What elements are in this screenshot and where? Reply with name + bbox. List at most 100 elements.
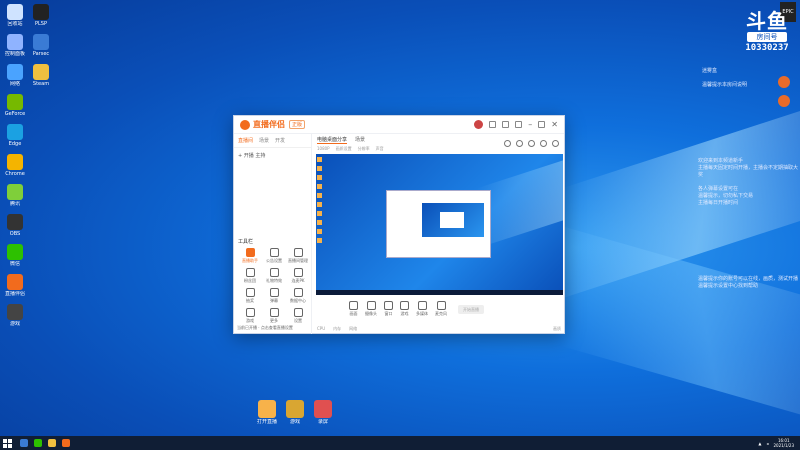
- desktop-shortcut-label: 游戏: [289, 419, 300, 425]
- app-icon: [286, 400, 304, 418]
- tool-icon: [269, 248, 279, 257]
- close-icon[interactable]: ✕: [551, 120, 558, 129]
- desktop-icon-grid: 回收站 PLSP 控制面板 Parsec 网络 Steam GeForce Edge Chrom…: [2, 2, 54, 332]
- desktop-shortcut[interactable]: 游戏: [284, 398, 306, 428]
- room-tag: 房间号: [747, 32, 787, 42]
- desktop-shortcut-label: 打开直播: [256, 419, 277, 425]
- left-tab[interactable]: 直播间: [238, 137, 253, 144]
- app-icon: [33, 64, 49, 80]
- wechat-icon[interactable]: [34, 439, 42, 447]
- desktop-icon[interactable]: [28, 122, 54, 152]
- desktop-icon[interactable]: Steam: [28, 62, 54, 92]
- stream-info-item[interactable]: 画质设置: [336, 146, 352, 152]
- desktop-icon[interactable]: 控制面板: [2, 32, 28, 62]
- desktop-icon-label: 微信: [9, 261, 20, 267]
- tool-label: 直播助手: [242, 258, 258, 263]
- add-media-button[interactable]: 多媒体: [416, 301, 428, 317]
- tool-button[interactable]: 粉丝团: [238, 268, 262, 284]
- tool-icon: [293, 268, 303, 277]
- stream-info-item[interactable]: 分辨率: [358, 146, 370, 152]
- minimize-icon[interactable]: –: [528, 120, 532, 129]
- windows-start-icon[interactable]: [0, 436, 14, 450]
- tool-button[interactable]: 直播助手: [238, 248, 262, 264]
- layout-icon[interactable]: [516, 140, 523, 147]
- window-icon: [384, 301, 393, 310]
- desktop-icon-label: 直播伴侣: [4, 291, 25, 297]
- edge-icon[interactable]: [20, 439, 28, 447]
- desktop-shortcut[interactable]: 录屏: [312, 398, 334, 428]
- tool-button[interactable]: 弹幕: [262, 288, 286, 304]
- preview-desktop-icons: [317, 157, 322, 243]
- settings-icon[interactable]: [515, 121, 523, 128]
- folder-icon[interactable]: [48, 439, 56, 447]
- tool-button[interactable]: 设置: [286, 308, 310, 324]
- add-window-button[interactable]: 窗口: [384, 301, 393, 317]
- app-icon: [7, 34, 23, 50]
- add-camera-button[interactable]: 摄像头: [365, 301, 377, 317]
- control-label: 摄像头: [365, 311, 377, 316]
- chat-icon[interactable]: [540, 140, 547, 147]
- stream-watermark: 斗鱼 房间号 10330237: [738, 10, 796, 58]
- desktop-icon[interactable]: [28, 242, 54, 272]
- right-panel: 电脑桌面分享 场景 1080P 画质设置 分辨率 声音 画面 摄像头 窗口 游戏 多媒体 麦克风 开…: [313, 134, 565, 334]
- desktop-icon[interactable]: 微信: [2, 242, 28, 272]
- taskbar: ▲ ◂ 16:01 2021/1/23: [0, 436, 800, 450]
- left-tab[interactable]: 开发: [275, 137, 285, 144]
- scene-group-row[interactable]: + 开播 主持: [234, 148, 311, 163]
- preview-tab[interactable]: 场景: [355, 136, 365, 144]
- media-icon: [417, 301, 427, 310]
- fullscreen-icon[interactable]: [528, 140, 535, 147]
- desktop-icon[interactable]: [28, 272, 54, 302]
- stream-preview[interactable]: [316, 154, 563, 295]
- app-icon: [7, 214, 23, 230]
- stream-app-icon[interactable]: [62, 439, 70, 447]
- desktop-icon[interactable]: [28, 302, 54, 332]
- message-icon[interactable]: [502, 121, 510, 128]
- skin-icon[interactable]: [489, 121, 497, 128]
- desktop-icon[interactable]: 直播伴侣: [2, 272, 28, 302]
- tool-button[interactable]: 抽奖: [238, 288, 262, 304]
- desktop-icon[interactable]: GeForce: [2, 92, 28, 122]
- add-screen-button[interactable]: 画面: [349, 301, 358, 317]
- avatar[interactable]: [474, 120, 484, 129]
- volume-icon[interactable]: ◂: [766, 441, 768, 446]
- preview-tab[interactable]: 电脑桌面分享: [317, 136, 348, 144]
- tool-button[interactable]: 直播间管理: [286, 248, 310, 264]
- desktop-icon[interactable]: 网络: [2, 62, 28, 92]
- clock[interactable]: 16:01 2021/1/23: [773, 438, 794, 448]
- desktop-icon[interactable]: Parsec: [28, 32, 54, 62]
- refresh-icon[interactable]: [504, 140, 511, 147]
- desktop-icon[interactable]: OBS: [2, 212, 28, 242]
- app-icon: [7, 244, 23, 260]
- tool-button[interactable]: 数据中心: [286, 288, 310, 304]
- footer-item: CPU: [317, 326, 326, 331]
- add-game-button[interactable]: 游戏: [400, 301, 409, 317]
- tool-label: 抽奖: [246, 298, 254, 303]
- desktop-icon[interactable]: [28, 182, 54, 212]
- desktop-icon[interactable]: Chrome: [2, 152, 28, 182]
- share-icon[interactable]: [552, 140, 559, 147]
- desktop-icon[interactable]: PLSP: [28, 2, 54, 32]
- left-tab[interactable]: 场景: [259, 137, 269, 144]
- desktop-icon[interactable]: [28, 212, 54, 242]
- tool-button[interactable]: 公告设置: [262, 248, 286, 264]
- app-icon: [33, 304, 49, 320]
- desktop-icon[interactable]: 游戏: [2, 302, 28, 332]
- desktop-icon[interactable]: [28, 92, 54, 122]
- tool-button[interactable]: 连麦PK: [286, 268, 310, 284]
- desktop-icon[interactable]: 腾讯: [2, 182, 28, 212]
- network-icon[interactable]: ▲: [758, 441, 761, 446]
- desktop-shortcut[interactable]: 打开直播: [256, 398, 278, 428]
- desktop-icon[interactable]: Edge: [2, 122, 28, 152]
- tool-button[interactable]: 礼物特效: [262, 268, 286, 284]
- desktop-icon[interactable]: 回收站: [2, 2, 28, 32]
- source-controls: 画面 摄像头 窗口 游戏 多媒体 麦克风 开始直播: [313, 298, 565, 320]
- add-mic-button[interactable]: 麦克风: [435, 301, 447, 317]
- desktop-icon[interactable]: [28, 152, 54, 182]
- tool-button[interactable]: 游戏: [238, 308, 262, 324]
- start-stream-button[interactable]: 开始直播: [458, 304, 484, 314]
- tool-button[interactable]: 更多: [262, 308, 286, 324]
- maximize-icon[interactable]: [538, 121, 546, 128]
- stream-info-item[interactable]: 1080P: [317, 146, 330, 152]
- stream-info-item[interactable]: 声音: [376, 146, 384, 152]
